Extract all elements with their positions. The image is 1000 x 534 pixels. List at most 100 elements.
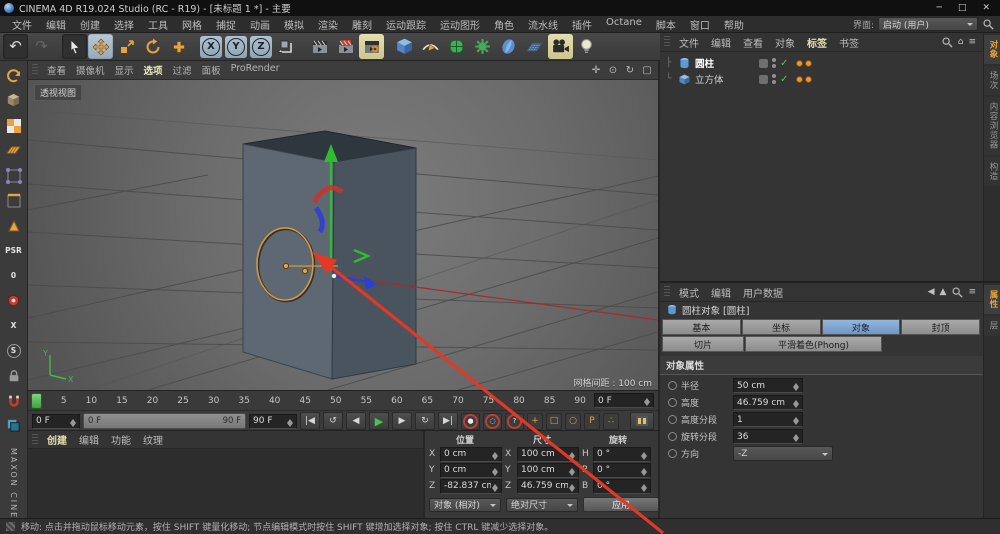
polygons-mode-button[interactable] bbox=[3, 215, 25, 236]
attribute-tab-secondary[interactable]: 切片 bbox=[662, 336, 744, 352]
key-rotation-toggle[interactable]: ○ bbox=[565, 412, 581, 430]
enabled-check-icon[interactable]: ✓ bbox=[780, 58, 788, 69]
attribute-tab[interactable]: 坐标 bbox=[741, 319, 821, 335]
material-menu-item[interactable]: 创建 bbox=[41, 431, 73, 448]
xray-toggle[interactable]: X bbox=[11, 321, 17, 330]
current-frame-field[interactable]: 0 F bbox=[594, 393, 654, 408]
rot-b-field[interactable]: 0 ° bbox=[593, 478, 651, 494]
goto-start-button[interactable]: |◀ bbox=[300, 412, 320, 430]
viewport-menu-item[interactable]: 查看 bbox=[42, 62, 71, 78]
menubar-item[interactable]: 创建 bbox=[74, 16, 106, 33]
om-side-tab[interactable]: 场次 bbox=[984, 66, 1000, 95]
material-menu-item[interactable]: 功能 bbox=[105, 431, 137, 448]
attribute-tab-secondary[interactable]: 平滑着色(Phong) bbox=[745, 336, 882, 352]
viewport-menu-item[interactable]: 面板 bbox=[197, 62, 226, 78]
frame-stepper[interactable] bbox=[643, 395, 650, 406]
psr-label[interactable]: PSR bbox=[5, 246, 22, 255]
viewport-menu-item[interactable]: 选项 bbox=[139, 62, 168, 78]
key-parameter-toggle[interactable]: P bbox=[584, 412, 600, 430]
attribute-menu-item[interactable]: 编辑 bbox=[705, 284, 737, 301]
object-manager-menu-item[interactable]: 标签 bbox=[801, 34, 833, 51]
menubar-item[interactable]: 运动跟踪 bbox=[380, 16, 432, 33]
lock-button[interactable] bbox=[3, 365, 25, 386]
keyframe-bar-button[interactable] bbox=[630, 412, 654, 430]
viewport-menu-item[interactable]: 显示 bbox=[110, 62, 139, 78]
lock-y-axis-button[interactable]: Y bbox=[225, 35, 247, 58]
rotate-tool-button[interactable] bbox=[140, 34, 165, 59]
toggle-view-icon[interactable]: ▢ bbox=[640, 65, 654, 76]
layer-browser-button[interactable] bbox=[3, 415, 25, 436]
attribute-menu-item[interactable]: 模式 bbox=[673, 284, 705, 301]
panel-grip[interactable] bbox=[32, 433, 38, 446]
goto-end-button[interactable]: ▶| bbox=[438, 412, 458, 430]
key-position-toggle[interactable]: + bbox=[527, 412, 543, 430]
material-menu-item[interactable]: 纹理 bbox=[137, 431, 169, 448]
attribute-tab[interactable]: 封顶 bbox=[901, 319, 980, 335]
object-manager-menu-item[interactable]: 对象 bbox=[769, 34, 801, 51]
cube-object[interactable] bbox=[242, 130, 417, 380]
enabled-check-icon[interactable]: ✓ bbox=[780, 74, 788, 85]
object-name[interactable]: 立方体 bbox=[695, 72, 755, 86]
play-button[interactable]: ▶ bbox=[369, 412, 389, 430]
menubar-item[interactable]: 渲染 bbox=[312, 16, 344, 33]
search-icon[interactable] bbox=[982, 18, 994, 30]
pos-z-field[interactable]: -82.837 cm bbox=[440, 478, 502, 494]
om-side-tab[interactable]: 内容浏览器 bbox=[984, 97, 1000, 155]
end-frame-field[interactable]: 90 F bbox=[249, 413, 297, 429]
key-scale-toggle[interactable]: □ bbox=[546, 412, 562, 430]
size-y-field[interactable]: 100 cm bbox=[517, 462, 579, 478]
move-tool-button[interactable] bbox=[88, 34, 113, 59]
viewport-menu-item[interactable]: 过滤 bbox=[168, 62, 197, 78]
viewport-menu-item[interactable]: 摄像机 bbox=[71, 62, 110, 78]
next-frame-button[interactable]: ▶ bbox=[392, 412, 412, 430]
radius-field[interactable]: 50 cm bbox=[733, 378, 803, 393]
loop-back-button[interactable]: ↺ bbox=[323, 412, 343, 430]
lock-z-axis-button[interactable]: Z bbox=[250, 35, 272, 58]
scale-tool-button[interactable] bbox=[114, 34, 139, 59]
render-settings-button[interactable] bbox=[359, 34, 384, 59]
panel-grip[interactable] bbox=[664, 286, 670, 298]
camera-button[interactable] bbox=[548, 34, 573, 59]
rotation-segments-field[interactable]: 36 bbox=[733, 429, 803, 444]
material-list-area[interactable] bbox=[28, 449, 423, 519]
keyframe-dot-icon[interactable] bbox=[668, 432, 677, 441]
size-mode-dropdown[interactable]: 绝对尺寸 bbox=[506, 497, 578, 512]
menubar-item[interactable]: 网格 bbox=[176, 16, 208, 33]
menubar-item[interactable]: 帮助 bbox=[718, 16, 750, 33]
object-manager-menu-item[interactable]: 编辑 bbox=[705, 34, 737, 51]
menubar-item[interactable]: 雕刻 bbox=[346, 16, 378, 33]
keyframe-dot-icon[interactable] bbox=[668, 398, 677, 407]
render-picture-viewer-button[interactable] bbox=[333, 34, 358, 59]
panel-grip[interactable] bbox=[32, 64, 38, 76]
undo-button[interactable]: ↶ bbox=[3, 34, 28, 59]
size-z-field[interactable]: 46.759 cm bbox=[517, 478, 579, 494]
visibility-toggles[interactable] bbox=[772, 74, 776, 84]
psr-zero-label[interactable]: 0 bbox=[11, 271, 16, 280]
key-pla-toggle[interactable]: ∴ bbox=[603, 412, 619, 430]
object-tags[interactable] bbox=[796, 59, 813, 67]
close-button[interactable]: ✕ bbox=[982, 3, 990, 13]
orientation-dropdown[interactable]: -Z bbox=[733, 446, 833, 461]
last-tool-button[interactable] bbox=[166, 34, 191, 59]
object-manager-menu-item[interactable]: 文件 bbox=[673, 34, 705, 51]
am-side-tab[interactable]: 层 bbox=[984, 316, 1000, 336]
menubar-item[interactable]: 流水线 bbox=[522, 16, 564, 33]
rot-h-field[interactable]: 0 ° bbox=[593, 446, 651, 462]
select-tool-button[interactable] bbox=[62, 34, 87, 59]
menubar-item[interactable]: 窗口 bbox=[684, 16, 716, 33]
om-menu-icon[interactable]: ≡ bbox=[968, 37, 976, 47]
model-mode-button[interactable] bbox=[3, 90, 25, 111]
rot-p-field[interactable]: 0 ° bbox=[593, 462, 651, 478]
pos-y-field[interactable]: 0 cm bbox=[440, 462, 502, 478]
light-button[interactable] bbox=[574, 34, 599, 59]
menubar-item[interactable]: 捕捉 bbox=[210, 16, 242, 33]
object-tags[interactable] bbox=[796, 75, 813, 83]
convert-to-editable-button[interactable] bbox=[3, 65, 25, 86]
menubar-item[interactable]: 选择 bbox=[108, 16, 140, 33]
workplane-button[interactable] bbox=[3, 140, 25, 161]
am-search-icon[interactable] bbox=[951, 286, 964, 298]
object-row-cube[interactable]: └ 立方体 ✓ bbox=[666, 71, 1000, 87]
height-field[interactable]: 46.759 cm bbox=[733, 395, 803, 410]
menubar-item[interactable]: 角色 bbox=[488, 16, 520, 33]
spline-pen-button[interactable] bbox=[418, 34, 443, 59]
